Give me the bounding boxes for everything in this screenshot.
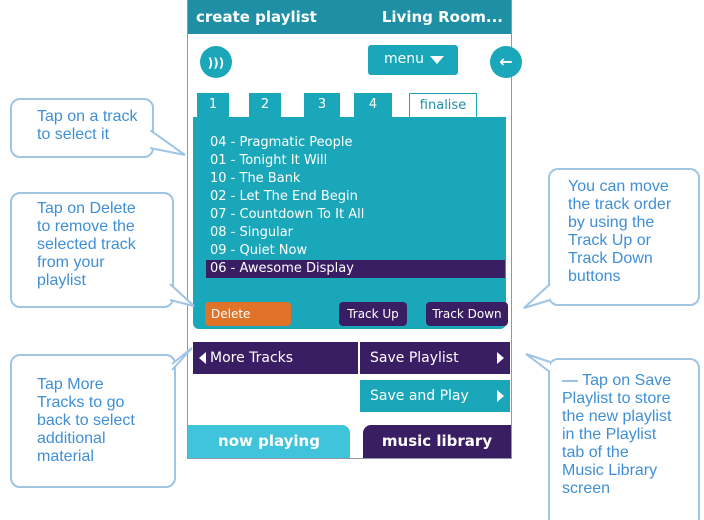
callout-line: Music Library (562, 462, 658, 479)
callout-line: material (37, 448, 94, 465)
callout-line: selected track (37, 236, 136, 253)
callout-line: screen (562, 480, 611, 497)
callout-line: in the Playlist (562, 426, 657, 443)
room-name[interactable]: Living Room... (382, 8, 503, 26)
callout-pointer (169, 283, 195, 307)
speaker-button[interactable]: ))) (200, 46, 232, 78)
callout-line: tab of the (562, 444, 629, 461)
track-item-selected[interactable]: 06 - Awesome Display (206, 260, 505, 278)
callout-more-tracks: Tap More Tracks to go back to select add… (10, 354, 176, 488)
callout-line: playlist (37, 272, 86, 289)
track-item[interactable]: 02 - Let The End Begin (206, 188, 505, 206)
callout-line: to remove the (37, 218, 135, 235)
back-button[interactable]: ← (490, 46, 522, 78)
track-up-button[interactable]: Track Up (339, 302, 407, 326)
callout-pointer (150, 130, 186, 156)
callout-line: by using the (568, 214, 655, 231)
track-item[interactable]: 07 - Countdown To It All (206, 206, 505, 224)
tab-4[interactable]: 4 (354, 93, 392, 117)
tab-3[interactable]: 3 (304, 93, 340, 117)
callout-line: Tracks to go (37, 394, 125, 411)
track-item[interactable]: 10 - The Bank (206, 170, 505, 188)
callout-select-track: Tap on a track to select it (10, 98, 154, 158)
more-tracks-label: More Tracks (210, 350, 294, 366)
track-item[interactable]: 09 - Quiet Now (206, 242, 505, 260)
callout-line: to select it (37, 126, 110, 143)
callout-line: from your (37, 254, 105, 271)
page-title: create playlist (196, 8, 317, 26)
callout-line: additional (37, 430, 106, 447)
track-item[interactable]: 08 - Singular (206, 224, 505, 242)
callout-line: the track order (568, 196, 672, 213)
save-playlist-label: Save Playlist (370, 350, 459, 366)
callout-pointer (523, 283, 551, 309)
callout-line: — Tap on Save (562, 372, 672, 389)
callout-line: Track Up or (568, 232, 651, 249)
more-tracks-button[interactable]: More Tracks (193, 342, 358, 374)
callout-save-playlist: — Tap on Save Playlist to store the new … (548, 358, 700, 520)
tab-now-playing[interactable]: now playing (188, 425, 350, 458)
callout-delete: Tap on Delete to remove the selected tra… (10, 192, 174, 308)
tab-finalise[interactable]: finalise (409, 93, 477, 118)
callout-line: Tap on Delete (37, 200, 136, 217)
callout-pointer (525, 353, 551, 373)
device-screen: create playlist Living Room... ))) menu … (187, 0, 522, 459)
callout-track-order: You can move the track order by using th… (548, 168, 700, 306)
menu-button[interactable]: menu (368, 45, 458, 75)
callout-line: Track Down (568, 250, 653, 267)
save-and-play-button[interactable]: Save and Play (360, 380, 510, 412)
callout-line: back to select (37, 412, 135, 429)
save-playlist-button[interactable]: Save Playlist (360, 342, 510, 374)
menu-label: menu (384, 51, 424, 67)
callout-line: You can move (568, 178, 669, 195)
chevron-right-icon (497, 390, 504, 402)
delete-button[interactable]: Delete (205, 302, 291, 326)
track-down-button[interactable]: Track Down (426, 302, 508, 326)
track-list-panel: 04 - Pragmatic People 01 - Tonight It Wi… (193, 117, 508, 329)
callout-pointer (171, 347, 193, 371)
tab-music-library[interactable]: music library (363, 425, 511, 458)
track-item[interactable]: 04 - Pragmatic People (206, 134, 505, 152)
tab-2[interactable]: 2 (249, 93, 281, 117)
callout-line: buttons (568, 268, 621, 285)
tab-1[interactable]: 1 (197, 93, 229, 117)
speaker-icon: ))) (207, 56, 225, 70)
callout-line: the new playlist (562, 408, 672, 425)
chevron-left-icon (199, 352, 206, 364)
chevron-down-icon (430, 56, 444, 64)
callout-line: Tap More (37, 376, 104, 393)
chevron-right-icon (497, 352, 504, 364)
callout-line: Tap on a track (37, 108, 138, 125)
title-bar: create playlist Living Room... (188, 0, 511, 34)
back-arrow-icon: ← (499, 52, 513, 71)
save-and-play-label: Save and Play (370, 388, 469, 404)
callout-line: Playlist to store (562, 390, 671, 407)
track-item[interactable]: 01 - Tonight It Will (206, 152, 505, 170)
